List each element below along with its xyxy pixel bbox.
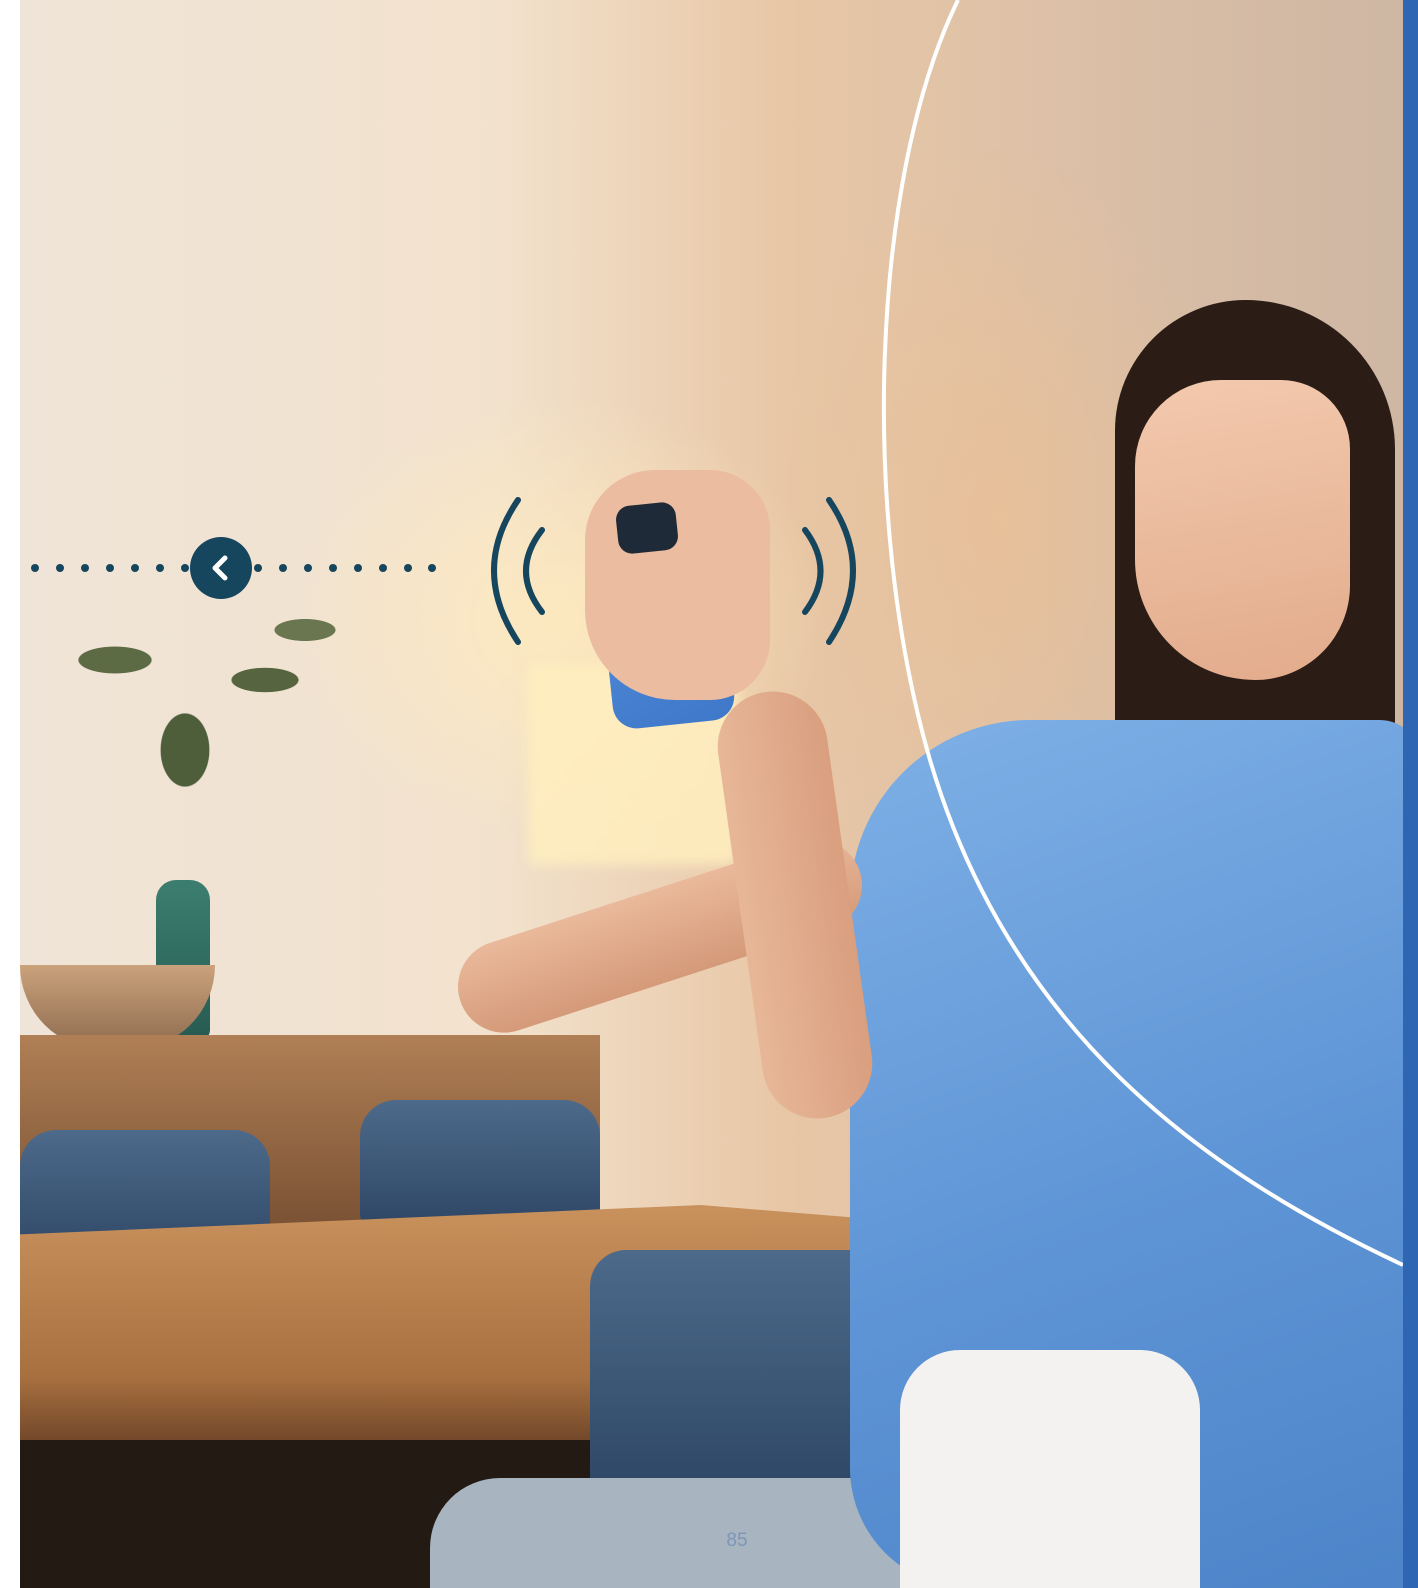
phone-camera bbox=[614, 500, 680, 556]
woman-pants bbox=[900, 1350, 1200, 1588]
back-button[interactable] bbox=[190, 537, 252, 599]
chevron-left-icon bbox=[212, 555, 228, 581]
chair bbox=[360, 1100, 600, 1225]
page-number: 85 bbox=[726, 1530, 748, 1551]
brand-edge-bar bbox=[1403, 0, 1418, 1588]
background-photo bbox=[0, 0, 1418, 1588]
page: 85 bbox=[0, 0, 1418, 1588]
page-margin bbox=[0, 0, 20, 1588]
woman-face bbox=[1135, 380, 1350, 680]
plant-leaves bbox=[55, 590, 355, 910]
woman-hand bbox=[585, 470, 770, 700]
